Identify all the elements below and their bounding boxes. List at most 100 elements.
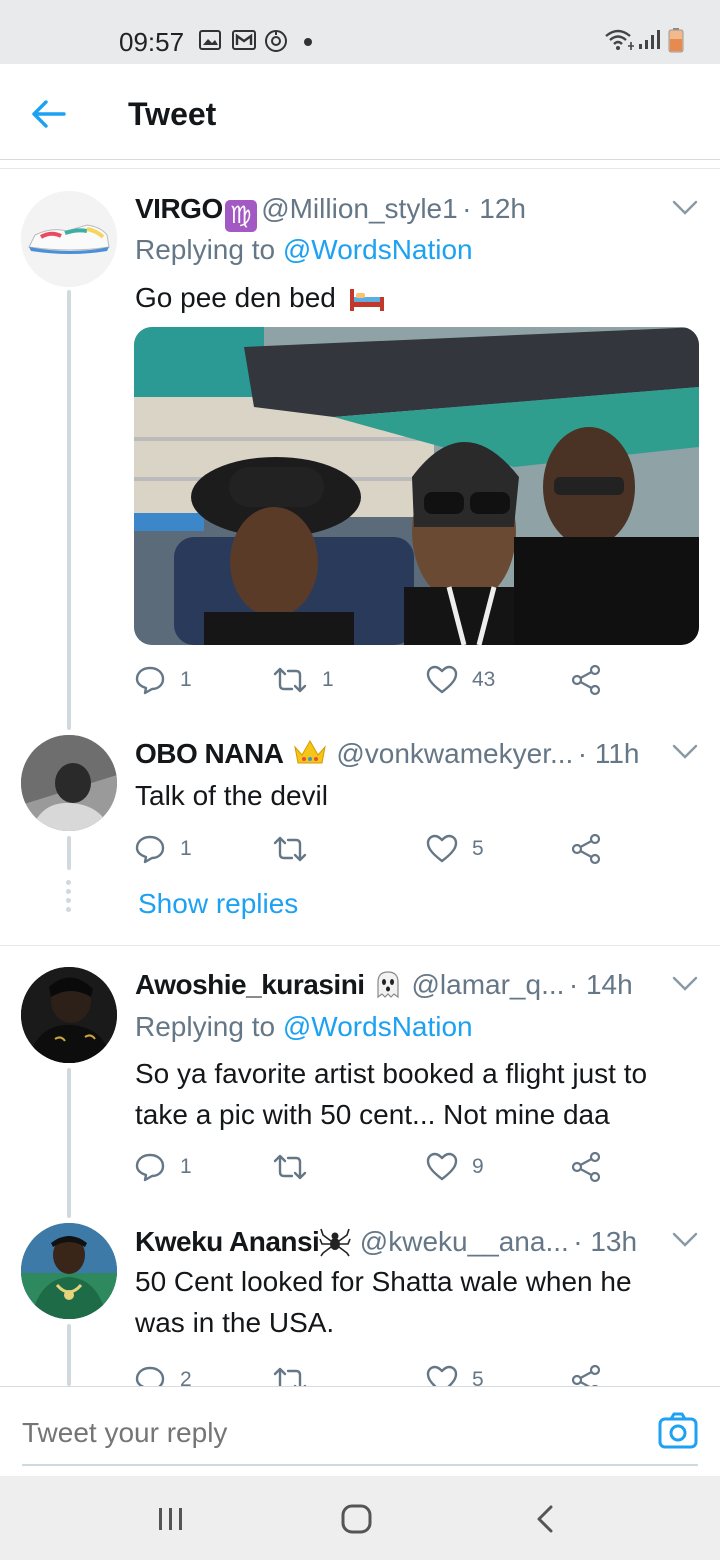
tweet-text-line: 50 Cent looked for Shatta wale when he [135,1266,632,1297]
like-action[interactable]: 43 [426,662,495,698]
like-count: 9 [472,1155,484,1178]
mail-icon [232,30,256,50]
retweet-icon [273,1367,307,1386]
like-action[interactable]: 9 [426,1149,484,1185]
retweet-icon [273,1154,307,1180]
retweet-action[interactable]: 1 [272,662,334,698]
tweet-actions: 1 5 [134,831,614,867]
heart-icon [426,665,458,694]
reply-icon [135,1366,165,1386]
back-arrow-icon[interactable] [30,94,70,134]
user-handle[interactable]: @Million_style1 [261,193,458,224]
share-action[interactable] [570,831,602,867]
chevron-down-icon[interactable] [672,744,698,760]
share-action[interactable] [570,662,602,698]
tweet-text: Talk of the devil [135,780,328,811]
tweet-photo[interactable] [134,327,699,645]
like-action[interactable]: 5 [426,831,484,867]
tweet-meta: Awoshie_kurasini @lamar_q... · 14h [135,969,633,1001]
retweet-icon [273,836,307,862]
retweet-icon [273,667,307,693]
heart-icon [426,834,458,863]
avatar-obo-nana[interactable] [21,735,117,831]
avatar-awoshie[interactable] [21,967,117,1063]
reply-count: 1 [180,1155,192,1178]
avatar-kweku[interactable] [21,1223,117,1319]
virgo-badge-icon: ♍ [224,200,257,232]
replying-to: Replying to @WordsNation [135,234,473,266]
reply-input-underline [22,1464,698,1466]
share-action[interactable] [570,1362,602,1386]
bed-emoji-icon [349,289,384,311]
user-handle[interactable]: @vonkwamekyer... [336,738,573,769]
retweet-action[interactable] [272,831,322,867]
share-action[interactable] [570,1149,602,1185]
reply-action[interactable]: 1 [134,831,192,867]
reply-action[interactable]: 2 [134,1362,192,1386]
replying-to-prefix: Replying to [135,1011,283,1042]
chevron-down-icon[interactable] [672,1232,698,1248]
gallery-icon [199,30,221,50]
tweet-text: Go pee den bed [135,277,386,318]
recent-apps-icon[interactable] [156,1506,186,1532]
battery-icon [668,28,684,53]
retweet-action[interactable] [272,1362,322,1386]
reply-action[interactable]: 1 [134,662,192,698]
top-app-bar: Tweet [0,64,720,160]
replying-to-prefix: Replying to [135,234,283,265]
back-nav-icon[interactable] [534,1504,556,1534]
replying-to-link[interactable]: @WordsNation [283,1011,473,1042]
display-name[interactable]: OBO NANA [135,738,284,769]
show-replies-link[interactable]: Show replies [138,888,298,920]
like-count: 43 [472,668,496,691]
sneaker-avatar-image [21,191,117,287]
thread-dots [66,880,72,916]
user-handle[interactable]: @kweku__ana... [360,1226,569,1257]
reply-count: 1 [180,837,192,860]
like-count: 5 [472,1368,484,1386]
heart-icon [426,1152,458,1181]
thread-line [67,290,71,730]
share-icon [571,833,601,865]
replying-to: Replying to @WordsNation [135,1011,473,1043]
tweet-time: · 13h [573,1226,638,1257]
display-name[interactable]: Kweku Anansi [135,1226,320,1257]
header-divider [0,168,720,169]
tweet-meta: OBO NANA @vonkwamekyer... · 11h [135,737,640,770]
signal-icon [639,30,660,49]
reply-action[interactable]: 1 [134,1149,192,1185]
home-icon[interactable] [340,1504,374,1534]
status-time: 09:57 [119,27,185,57]
chevron-down-icon[interactable] [672,200,698,216]
person-avatar-image [21,967,117,1063]
share-icon [571,664,601,696]
tweet-text-content: Go pee den bed [135,282,336,313]
display-name[interactable]: Awoshie_kurasini [135,969,365,1000]
thread-line [67,1324,71,1386]
thread-line [67,1068,71,1218]
tweet-meta: Kweku Anansi @kweku__ana... · 13h [135,1225,637,1258]
user-handle[interactable]: @lamar_q... [411,969,564,1000]
reply-count: 1 [180,668,192,691]
reply-icon [135,666,165,695]
tweet-actions: 1 9 [134,1149,614,1185]
retweet-count: 1 [322,668,334,691]
tweet-actions: 1 1 43 [134,662,614,698]
avatar-virgo[interactable] [21,191,117,287]
chevron-down-icon[interactable] [672,976,698,992]
reply-input[interactable] [22,1417,622,1449]
like-action[interactable]: 5 [426,1362,484,1386]
dot-icon [304,38,312,46]
replying-to-link[interactable]: @WordsNation [283,234,473,265]
tweet-meta: VIRGO ♍ @Million_style1 · 12h [135,193,526,232]
page-title: Tweet [128,96,217,132]
selfie-photo-image [134,327,699,645]
display-name[interactable]: VIRGO [135,193,223,224]
tweet-text-line: So ya favorite artist booked a flight ju… [135,1058,648,1089]
camera-icon[interactable] [658,1411,698,1451]
status-bar: 09:57 [0,0,720,64]
tweet-text-line: take a pic with 50 cent... Not mine daa [135,1099,610,1130]
tweet-text: So ya favorite artist booked a flight ju… [135,1053,647,1135]
retweet-action[interactable] [272,1149,322,1185]
ghost-emoji-icon [377,971,399,999]
